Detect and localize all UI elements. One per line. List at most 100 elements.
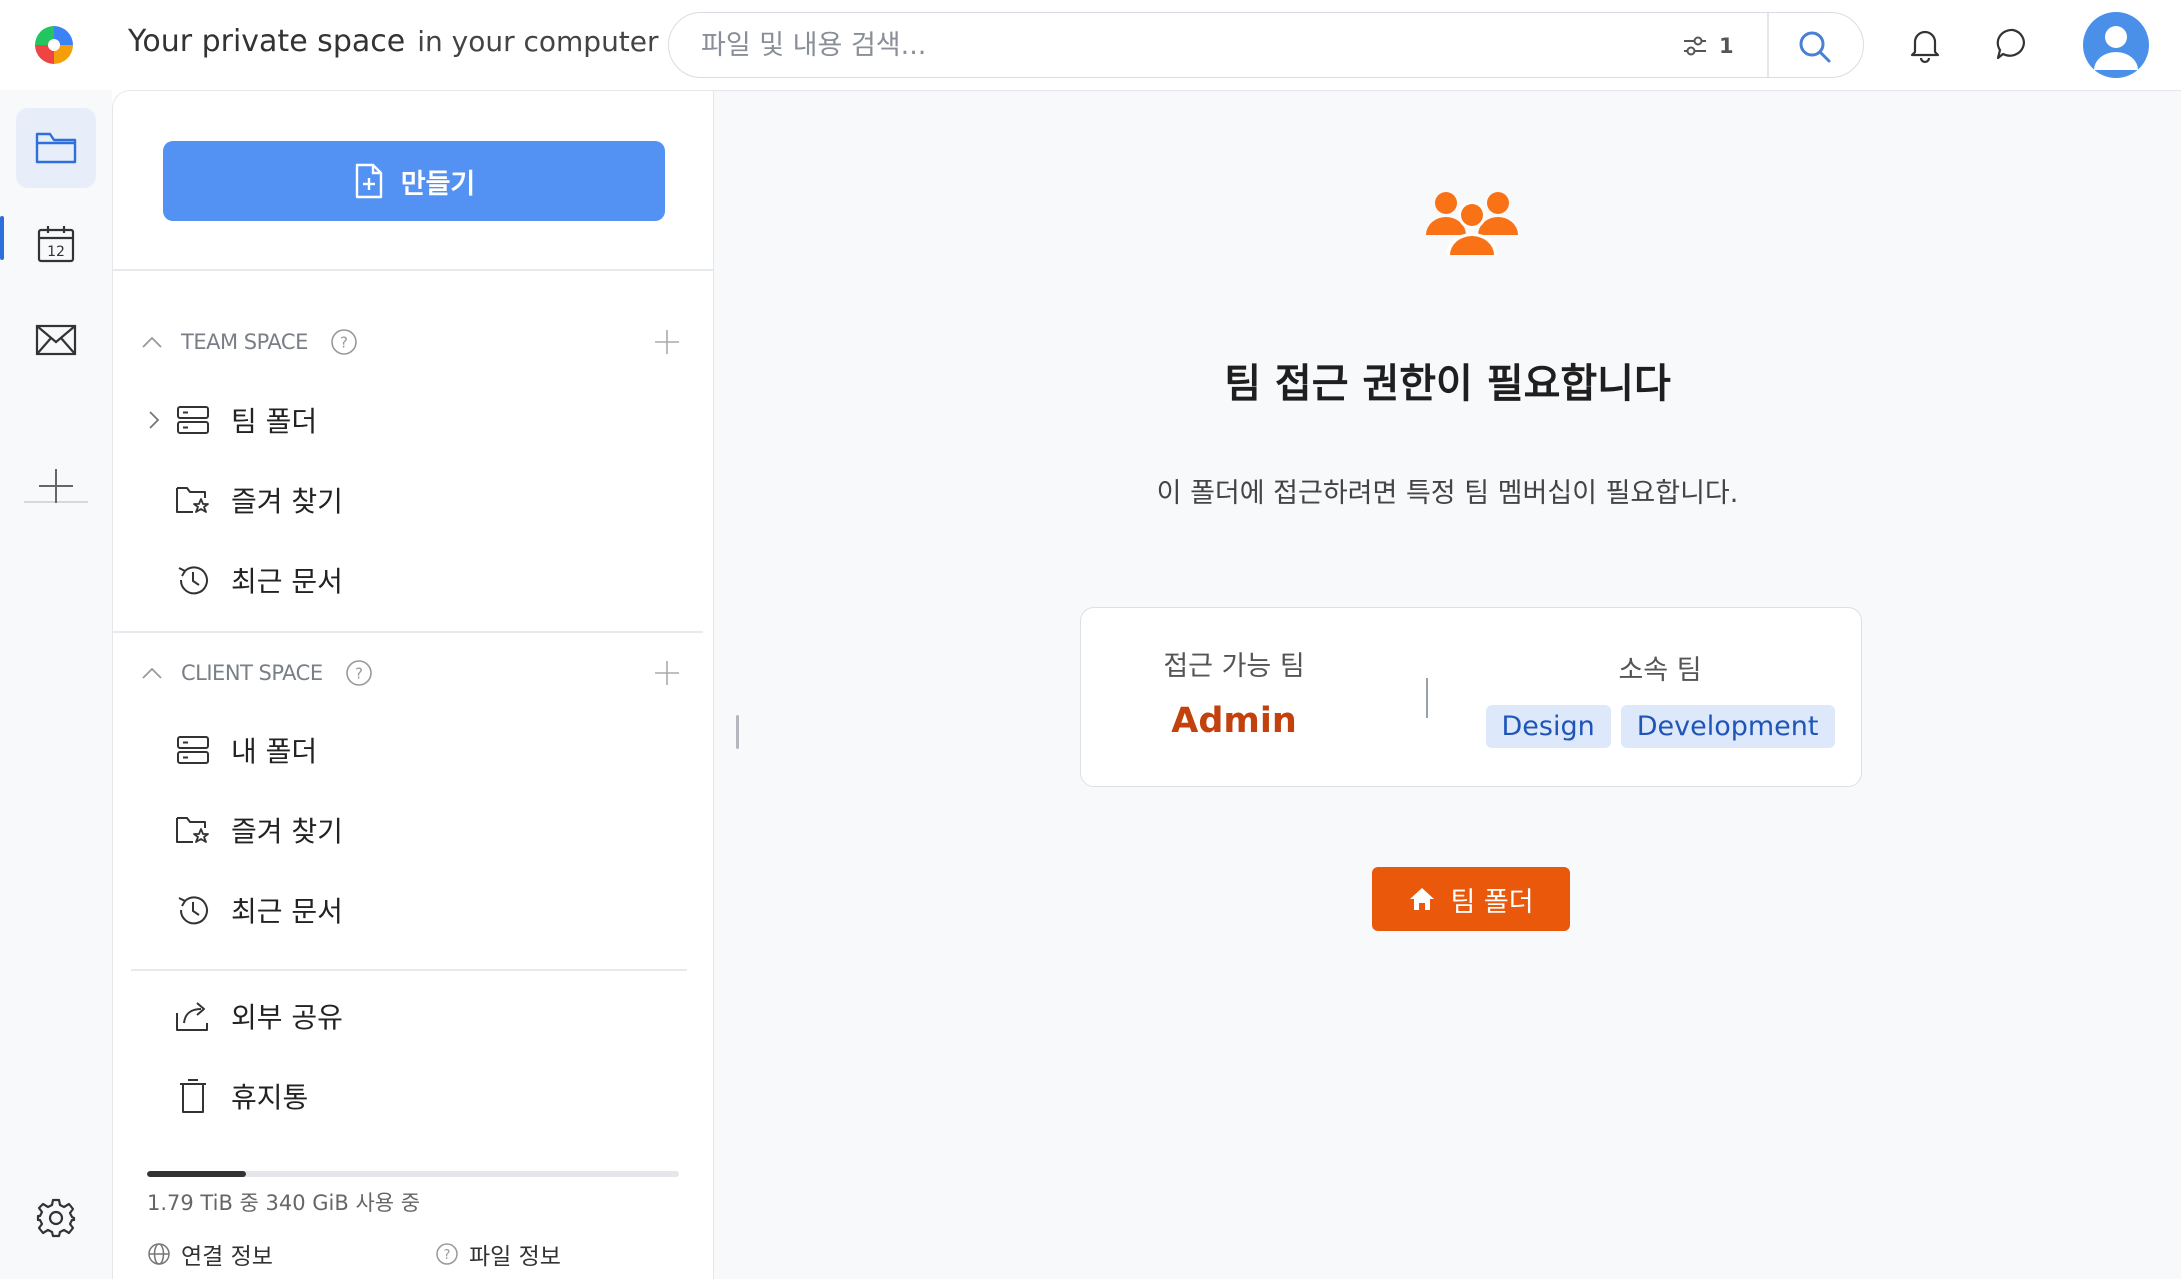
team-folder-button[interactable]: 팀 폴더	[1372, 867, 1570, 931]
rail-item-mail[interactable]	[16, 300, 96, 380]
mail-icon	[35, 324, 77, 356]
folder-icon	[35, 132, 77, 164]
chevron-right-icon[interactable]	[147, 409, 161, 431]
sidebar-divider	[131, 969, 687, 971]
left-rail: 12	[0, 90, 112, 1279]
chat-icon[interactable]	[1993, 24, 2033, 64]
server-icon	[173, 400, 213, 440]
help-icon[interactable]: ?	[345, 659, 373, 687]
team-chip-development: Development	[1620, 705, 1835, 748]
sidebar-item-trash[interactable]: 휴지통	[173, 1071, 693, 1121]
team-users-icon	[1426, 192, 1518, 255]
svg-text:?: ?	[444, 1248, 451, 1263]
team-space-header[interactable]: TEAM SPACE ?	[141, 322, 701, 362]
rail-active-indicator	[0, 216, 4, 260]
brand-main: Your private space	[128, 24, 406, 59]
team-folder-button-label: 팀 폴더	[1450, 886, 1534, 918]
chevron-up-icon[interactable]	[141, 666, 163, 680]
sidebar-item-label: 내 폴더	[231, 735, 318, 768]
history-icon	[173, 560, 213, 600]
svg-text:?: ?	[340, 334, 348, 352]
accessible-team-value: Admin	[1171, 701, 1297, 741]
add-team-space-icon[interactable]	[653, 328, 681, 356]
search-input[interactable]	[701, 27, 1601, 63]
globe-icon	[148, 1243, 170, 1265]
bell-icon[interactable]	[1905, 24, 1945, 64]
help-icon: ?	[436, 1243, 458, 1265]
client-space-header[interactable]: CLIENT SPACE ?	[141, 653, 701, 693]
search-divider	[1767, 13, 1769, 77]
search-bar: 1	[668, 12, 1864, 78]
help-icon[interactable]: ?	[330, 328, 358, 356]
new-file-icon	[355, 163, 382, 199]
storage-usage-bar	[147, 1171, 679, 1177]
sidebar-item-label: 즐겨 찾기	[231, 815, 343, 848]
home-icon	[1410, 888, 1435, 910]
sidebar-item-label: 팀 폴더	[231, 405, 318, 438]
rail-item-calendar[interactable]: 12	[16, 204, 96, 284]
member-team-chips: Design Development	[1457, 705, 1863, 748]
accessible-team-column: 접근 가능 팀 Admin	[1081, 644, 1387, 741]
create-button-label: 만들기	[400, 168, 476, 200]
sidebar-item-client-recent[interactable]: 최근 문서	[173, 885, 693, 935]
sidebar-item-client-favorites[interactable]: 즐겨 찾기	[173, 805, 693, 855]
rail-settings-button[interactable]	[16, 1178, 96, 1258]
add-client-space-icon[interactable]	[653, 659, 681, 687]
rail-item-files[interactable]	[16, 108, 96, 188]
client-space-title: CLIENT SPACE	[181, 661, 323, 685]
team-chip-design: Design	[1485, 705, 1611, 748]
storage-usage-text: 1.79 TiB 중 340 GiB 사용 중	[147, 1191, 421, 1215]
sidebar-divider	[113, 269, 713, 271]
history-icon	[173, 890, 213, 930]
storage-usage-fill	[147, 1171, 246, 1177]
search-filter-button[interactable]: 1	[1681, 26, 1751, 66]
page-title: 팀 접근 권한이 필요합니다	[1224, 361, 1671, 407]
sidebar-resize-handle[interactable]	[736, 715, 739, 749]
team-space-title: TEAM SPACE	[181, 330, 308, 354]
calendar-icon: 12	[37, 226, 75, 263]
sidebar-item-label: 즐겨 찾기	[231, 485, 343, 518]
server-icon	[173, 730, 213, 770]
page-description: 이 폴더에 접근하려면 특정 팀 멤버십이 필요합니다.	[1156, 478, 1739, 509]
sidebar-item-team-folder[interactable]: 팀 폴더	[149, 395, 693, 445]
member-team-column: 소속 팀 Design Development	[1457, 648, 1863, 748]
app-logo-icon[interactable]	[33, 24, 75, 66]
top-bar: Your private space in your computer 1	[0, 0, 2181, 90]
sidebar-divider	[113, 631, 703, 633]
member-team-label: 소속 팀	[1618, 655, 1702, 686]
sidebar-item-my-folder[interactable]: 내 폴더	[173, 725, 693, 775]
calendar-day: 12	[47, 244, 65, 260]
star-folder-icon	[173, 810, 213, 850]
file-info-link[interactable]: ? 파일 정보	[435, 1237, 561, 1271]
sidebar-item-label: 휴지통	[231, 1081, 309, 1114]
trash-icon	[173, 1076, 213, 1116]
create-button[interactable]: 만들기	[163, 141, 665, 221]
card-divider	[1426, 678, 1428, 718]
share-icon	[173, 996, 213, 1036]
star-folder-icon	[173, 480, 213, 520]
main-content: 팀 접근 권한이 필요합니다 이 폴더에 접근하려면 특정 팀 멤버십이 필요합…	[714, 90, 2181, 1279]
sidebar-item-label: 최근 문서	[231, 895, 343, 928]
avatar[interactable]	[2083, 12, 2149, 78]
chevron-up-icon[interactable]	[141, 335, 163, 349]
sidebar-item-label: 최근 문서	[231, 565, 343, 598]
plus-icon	[39, 469, 73, 503]
rail-add-button[interactable]	[16, 446, 96, 526]
brand-sub: in your computer	[417, 25, 659, 58]
sidebar-item-label: 외부 공유	[231, 1001, 343, 1034]
sidebar-item-team-favorites[interactable]: 즐겨 찾기	[173, 475, 693, 525]
svg-text:?: ?	[355, 665, 363, 683]
accessible-team-label: 접근 가능 팀	[1163, 651, 1305, 682]
sidebar-item-external-share[interactable]: 외부 공유	[173, 991, 693, 1041]
user-icon	[2094, 26, 2138, 70]
search-icon[interactable]	[1795, 27, 1835, 67]
gear-icon	[36, 1198, 76, 1238]
connection-info-label: 연결 정보	[181, 1244, 273, 1270]
sliders-icon	[1684, 36, 1706, 56]
connection-info-link[interactable]: 연결 정보	[147, 1237, 273, 1271]
filter-count-badge: 1	[1719, 34, 1734, 58]
sidebar-item-team-recent[interactable]: 최근 문서	[173, 555, 693, 605]
brand-title: Your private space in your computer	[128, 24, 659, 59]
file-info-label: 파일 정보	[469, 1244, 561, 1270]
sidebar: 만들기 TEAM SPACE ? 팀 폴더 즐겨 찾기 최근 문서 CLIENT…	[112, 90, 714, 1279]
